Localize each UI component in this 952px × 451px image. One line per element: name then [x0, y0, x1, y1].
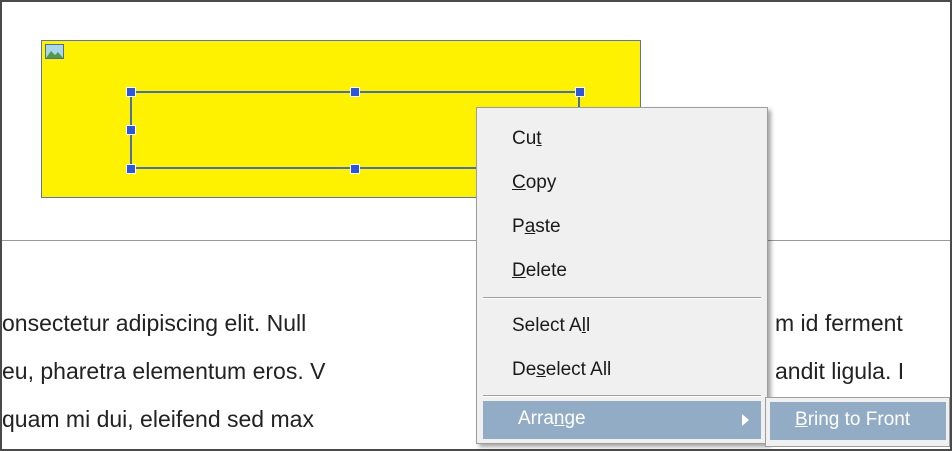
resize-handle-top-right[interactable] — [575, 87, 585, 97]
submenu-arrow-icon — [742, 414, 749, 426]
menu-item-delete[interactable]: Delete — [512, 260, 567, 282]
menu-item-cut[interactable]: Cut — [512, 128, 542, 150]
menu-item-copy[interactable]: Copy — [512, 172, 556, 194]
menu-item-deselect-all[interactable]: Deselect All — [512, 359, 611, 381]
menu-item-arrange-label: Arrange — [518, 408, 586, 429]
resize-handle-left[interactable] — [126, 125, 136, 135]
menu-item-bring-to-front-label: Bring to Front — [795, 409, 911, 430]
body-text-line-1: onsectetur adipiscing elit. Null — [2, 310, 307, 336]
resize-handle-top-left[interactable] — [126, 87, 136, 97]
menu-separator-highlight — [483, 298, 761, 299]
image-icon — [45, 44, 64, 59]
arrange-submenu: Bring to Front — [765, 397, 950, 447]
document-window: onsectetur adipiscing elit. Null m id fe… — [0, 0, 952, 451]
menu-item-paste[interactable]: Paste — [512, 216, 561, 238]
body-text-line-3: quam mi dui, eleifend sed max — [2, 406, 314, 432]
body-text-line-1-end: m id ferment — [775, 310, 903, 336]
menu-item-select-all[interactable]: Select All — [512, 315, 590, 337]
menu-item-arrange[interactable]: Arrange — [483, 401, 761, 439]
context-menu: Cut Copy Paste Delete Select All Deselec… — [476, 107, 768, 444]
menu-separator-highlight — [483, 396, 761, 397]
resize-handle-top[interactable] — [350, 87, 360, 97]
menu-item-bring-to-front[interactable]: Bring to Front — [770, 402, 946, 440]
resize-handle-bottom[interactable] — [350, 164, 360, 174]
body-text-line-2: eu, pharetra elementum eros. V — [2, 358, 326, 384]
resize-handle-bottom-left[interactable] — [126, 164, 136, 174]
body-text-line-2-end: andit ligula. I — [775, 358, 905, 384]
